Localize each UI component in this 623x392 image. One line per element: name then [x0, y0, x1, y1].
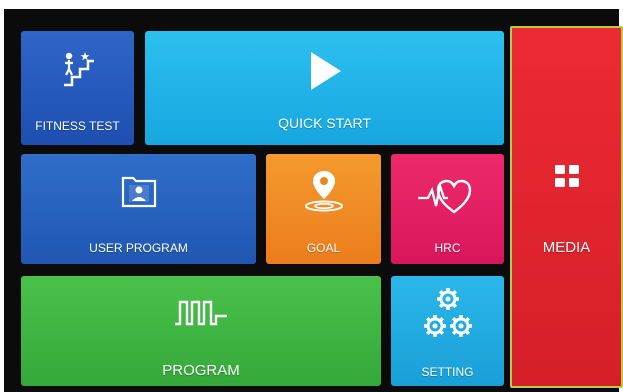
goal-tile[interactable]: GOAL	[266, 154, 381, 264]
setting-label: SETTING	[421, 365, 474, 379]
screen: FITNESS TEST QUICK START USER PROGRAM GO…	[0, 0, 623, 392]
gears-icon	[423, 288, 472, 337]
heart-pulse-icon	[417, 179, 471, 214]
media-label: MEDIA	[542, 239, 591, 256]
media-tile[interactable]: MEDIA	[510, 26, 623, 388]
goal-label: GOAL	[306, 241, 341, 255]
grid-icon	[554, 165, 579, 187]
program-label: PROGRAM	[162, 362, 240, 379]
program-tile[interactable]: PROGRAM	[21, 276, 381, 386]
quick-start-tile[interactable]: QUICK START	[145, 31, 504, 145]
play-icon	[310, 52, 341, 90]
square-wave-icon	[175, 300, 227, 326]
fitness-test-tile[interactable]: FITNESS TEST	[21, 31, 134, 145]
hrc-tile[interactable]: HRC	[391, 154, 504, 264]
hrc-label: HRC	[434, 241, 461, 255]
user-program-tile[interactable]: USER PROGRAM	[21, 154, 256, 264]
fitness-test-label: FITNESS TEST	[35, 119, 120, 133]
user-program-label: USER PROGRAM	[89, 241, 188, 255]
location-pin-icon	[304, 171, 343, 212]
user-folder-icon	[121, 176, 156, 208]
quick-start-label: QUICK START	[278, 115, 371, 131]
stairs-person-icon	[63, 52, 94, 87]
setting-tile[interactable]: SETTING	[391, 276, 504, 386]
